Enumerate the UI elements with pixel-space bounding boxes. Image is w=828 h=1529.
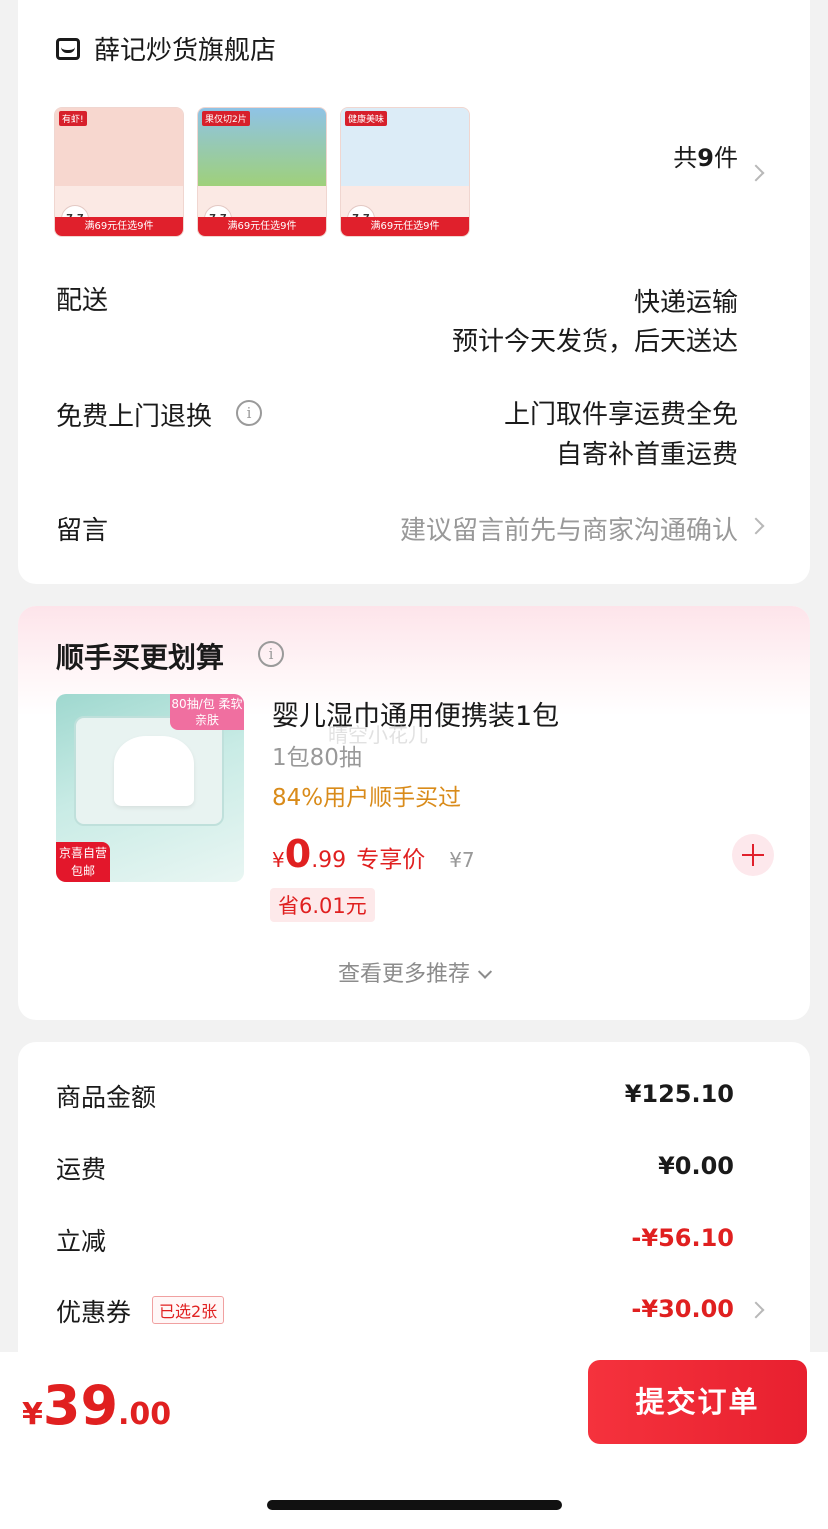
thumbnail-promo: 满69元任选9件 (198, 217, 326, 236)
checkout-bar: ¥39.00 提交订单 (0, 1352, 828, 1456)
total-symbol: ¥ (22, 1397, 43, 1432)
price-symbol: ¥ (272, 848, 285, 872)
submit-order-button[interactable]: 提交订单 (588, 1360, 807, 1444)
product-thumbnail-2[interactable]: 果仅切2片 7.7 满69元任选9件 (197, 107, 327, 237)
thumbnail-headline: 健康美味 (345, 111, 388, 126)
product-thumbnail-3[interactable]: 健康美味 7.7 满69元任选9件 (340, 107, 470, 237)
coupon-selected-badge[interactable]: 已选2张 (152, 1296, 225, 1324)
chevron-right-icon[interactable] (747, 164, 765, 182)
store-icon (56, 38, 80, 60)
total-price: ¥39.00 (22, 1374, 171, 1437)
shop-name[interactable]: 薛记炒货旗舰店 (94, 30, 276, 67)
product-image-tag: 80抽/包 柔软亲肤 (170, 694, 244, 730)
info-icon[interactable]: i (236, 400, 262, 426)
see-more-button[interactable]: 查看更多推荐 (18, 956, 810, 988)
product-image-badge: 京喜自营 包邮 (56, 842, 110, 882)
item-count-number: 9 (697, 144, 714, 172)
note-input[interactable]: 建议留言前先与商家沟通确认 (400, 510, 738, 547)
total-decimal: .00 (118, 1397, 172, 1432)
shop-card: 薛记炒货旗舰店 有虾! 7.7 满69元任选9件 果仅切2片 7.7 满69元任… (18, 0, 810, 584)
chevron-right-icon[interactable] (747, 1301, 765, 1319)
thumbnail-promo: 满69元任选9件 (341, 217, 469, 236)
watermark: 晴空小花儿 (328, 723, 428, 747)
returns-label: 免费上门退换 (56, 402, 213, 432)
returns-line-2: 自寄补首重运费 (555, 440, 738, 470)
chevron-right-icon[interactable] (747, 517, 765, 535)
thumbnail-headline: 有虾! (59, 111, 87, 126)
summary-label-discount: 立减 (56, 1227, 107, 1256)
item-count-suffix: 件 (714, 144, 738, 172)
addon-card: 顺手买更划算 i 80抽/包 柔软亲肤 京喜自营 包邮 婴儿湿巾通用便携装1包 … (18, 606, 810, 1020)
item-count[interactable]: 共9件 (673, 138, 738, 173)
see-more-label: 查看更多推荐 (337, 962, 470, 987)
product-bought-rate: 84%用户顺手买过 (272, 785, 462, 811)
thumbnail-headline: 果仅切2片 (202, 111, 250, 126)
chevron-down-icon (477, 964, 493, 979)
total-integer: 39 (42, 1374, 119, 1437)
thumbnail-promo: 满69元任选9件 (55, 217, 183, 236)
price-label: 专享价 (356, 847, 426, 873)
product-price: ¥0.99 专享价 ¥7 (272, 832, 475, 876)
home-indicator[interactable] (267, 1500, 562, 1510)
summary-value-discount: -¥56.10 (631, 1224, 734, 1252)
price-integer: 0 (284, 832, 312, 876)
product-image[interactable]: 80抽/包 柔软亲肤 京喜自营 包邮 (56, 694, 244, 882)
add-item-button[interactable] (732, 834, 774, 876)
summary-label-subtotal: 商品金额 (56, 1083, 157, 1112)
info-icon[interactable]: i (258, 641, 284, 667)
summary-label-shipping: 运费 (56, 1155, 107, 1184)
delivery-method: 快递运输 (633, 288, 738, 318)
summary-value-shipping: ¥0.00 (658, 1152, 734, 1180)
original-price: ¥7 (449, 848, 475, 872)
home-area (0, 1456, 828, 1529)
item-count-prefix: 共 (673, 144, 698, 172)
summary-value-coupon[interactable]: -¥30.00 (631, 1295, 734, 1323)
addon-title: 顺手买更划算 (56, 641, 225, 674)
delivery-label: 配送 (56, 286, 109, 316)
note-label: 留言 (56, 516, 109, 546)
product-thumbnail-1[interactable]: 有虾! 7.7 满69元任选9件 (54, 107, 184, 237)
delivery-eta: 预计今天发货，后天送达 (451, 327, 738, 357)
price-decimal: .99 (311, 848, 347, 873)
savings-badge: 省6.01元 (270, 888, 375, 922)
summary-label-coupon[interactable]: 优惠券 (56, 1293, 131, 1329)
summary-value-subtotal: ¥125.10 (624, 1080, 734, 1108)
order-summary-card: 商品金额 ¥125.10 运费 ¥0.00 立减 -¥56.10 优惠券 已选2… (18, 1042, 810, 1372)
returns-line-1: 上门取件享运费全免 (503, 400, 738, 430)
